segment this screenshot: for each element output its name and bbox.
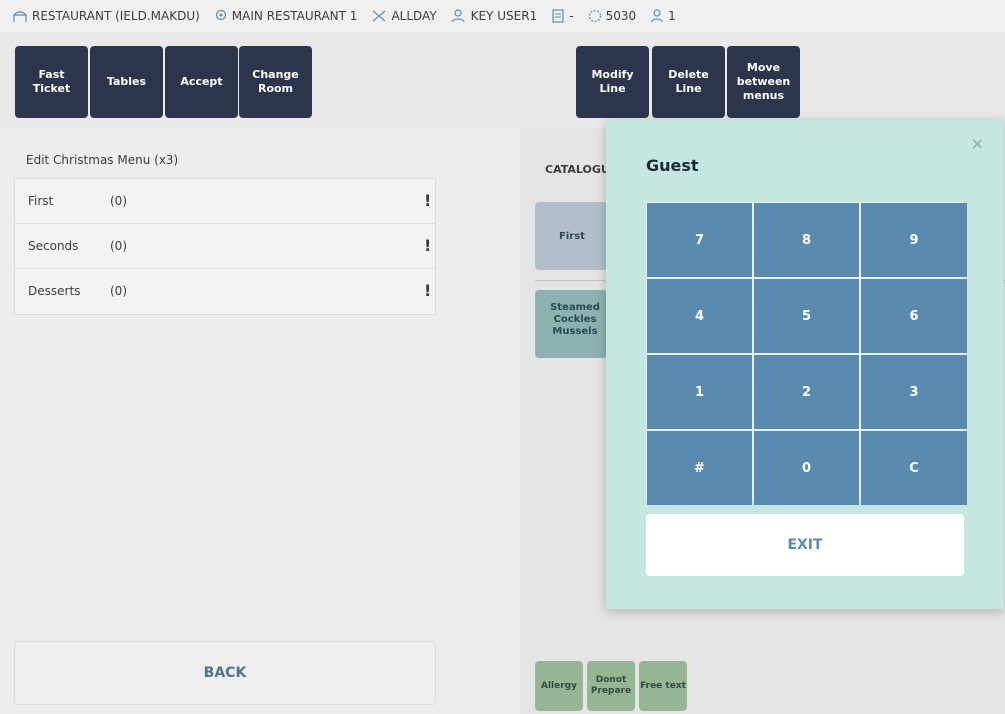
key-5[interactable]: 5 xyxy=(754,279,859,353)
numeric-keypad: 7 8 9 4 5 6 1 2 3 # 0 C xyxy=(646,202,967,505)
dialog-title: Guest xyxy=(646,156,699,175)
key-9[interactable]: 9 xyxy=(861,203,967,277)
key-6[interactable]: 6 xyxy=(861,279,967,353)
key-3[interactable]: 3 xyxy=(861,355,967,429)
key-clear[interactable]: C xyxy=(861,431,967,505)
key-4[interactable]: 4 xyxy=(647,279,752,353)
close-icon[interactable]: × xyxy=(971,134,984,153)
key-8[interactable]: 8 xyxy=(754,203,859,277)
guest-dialog: × Guest 7 8 9 4 5 6 1 2 3 # 0 C EXIT xyxy=(606,120,1004,609)
key-7[interactable]: 7 xyxy=(647,203,752,277)
key-1[interactable]: 1 xyxy=(647,355,752,429)
key-0[interactable]: 0 xyxy=(754,431,859,505)
key-hash[interactable]: # xyxy=(647,431,752,505)
exit-button[interactable]: EXIT xyxy=(646,514,964,576)
key-2[interactable]: 2 xyxy=(754,355,859,429)
